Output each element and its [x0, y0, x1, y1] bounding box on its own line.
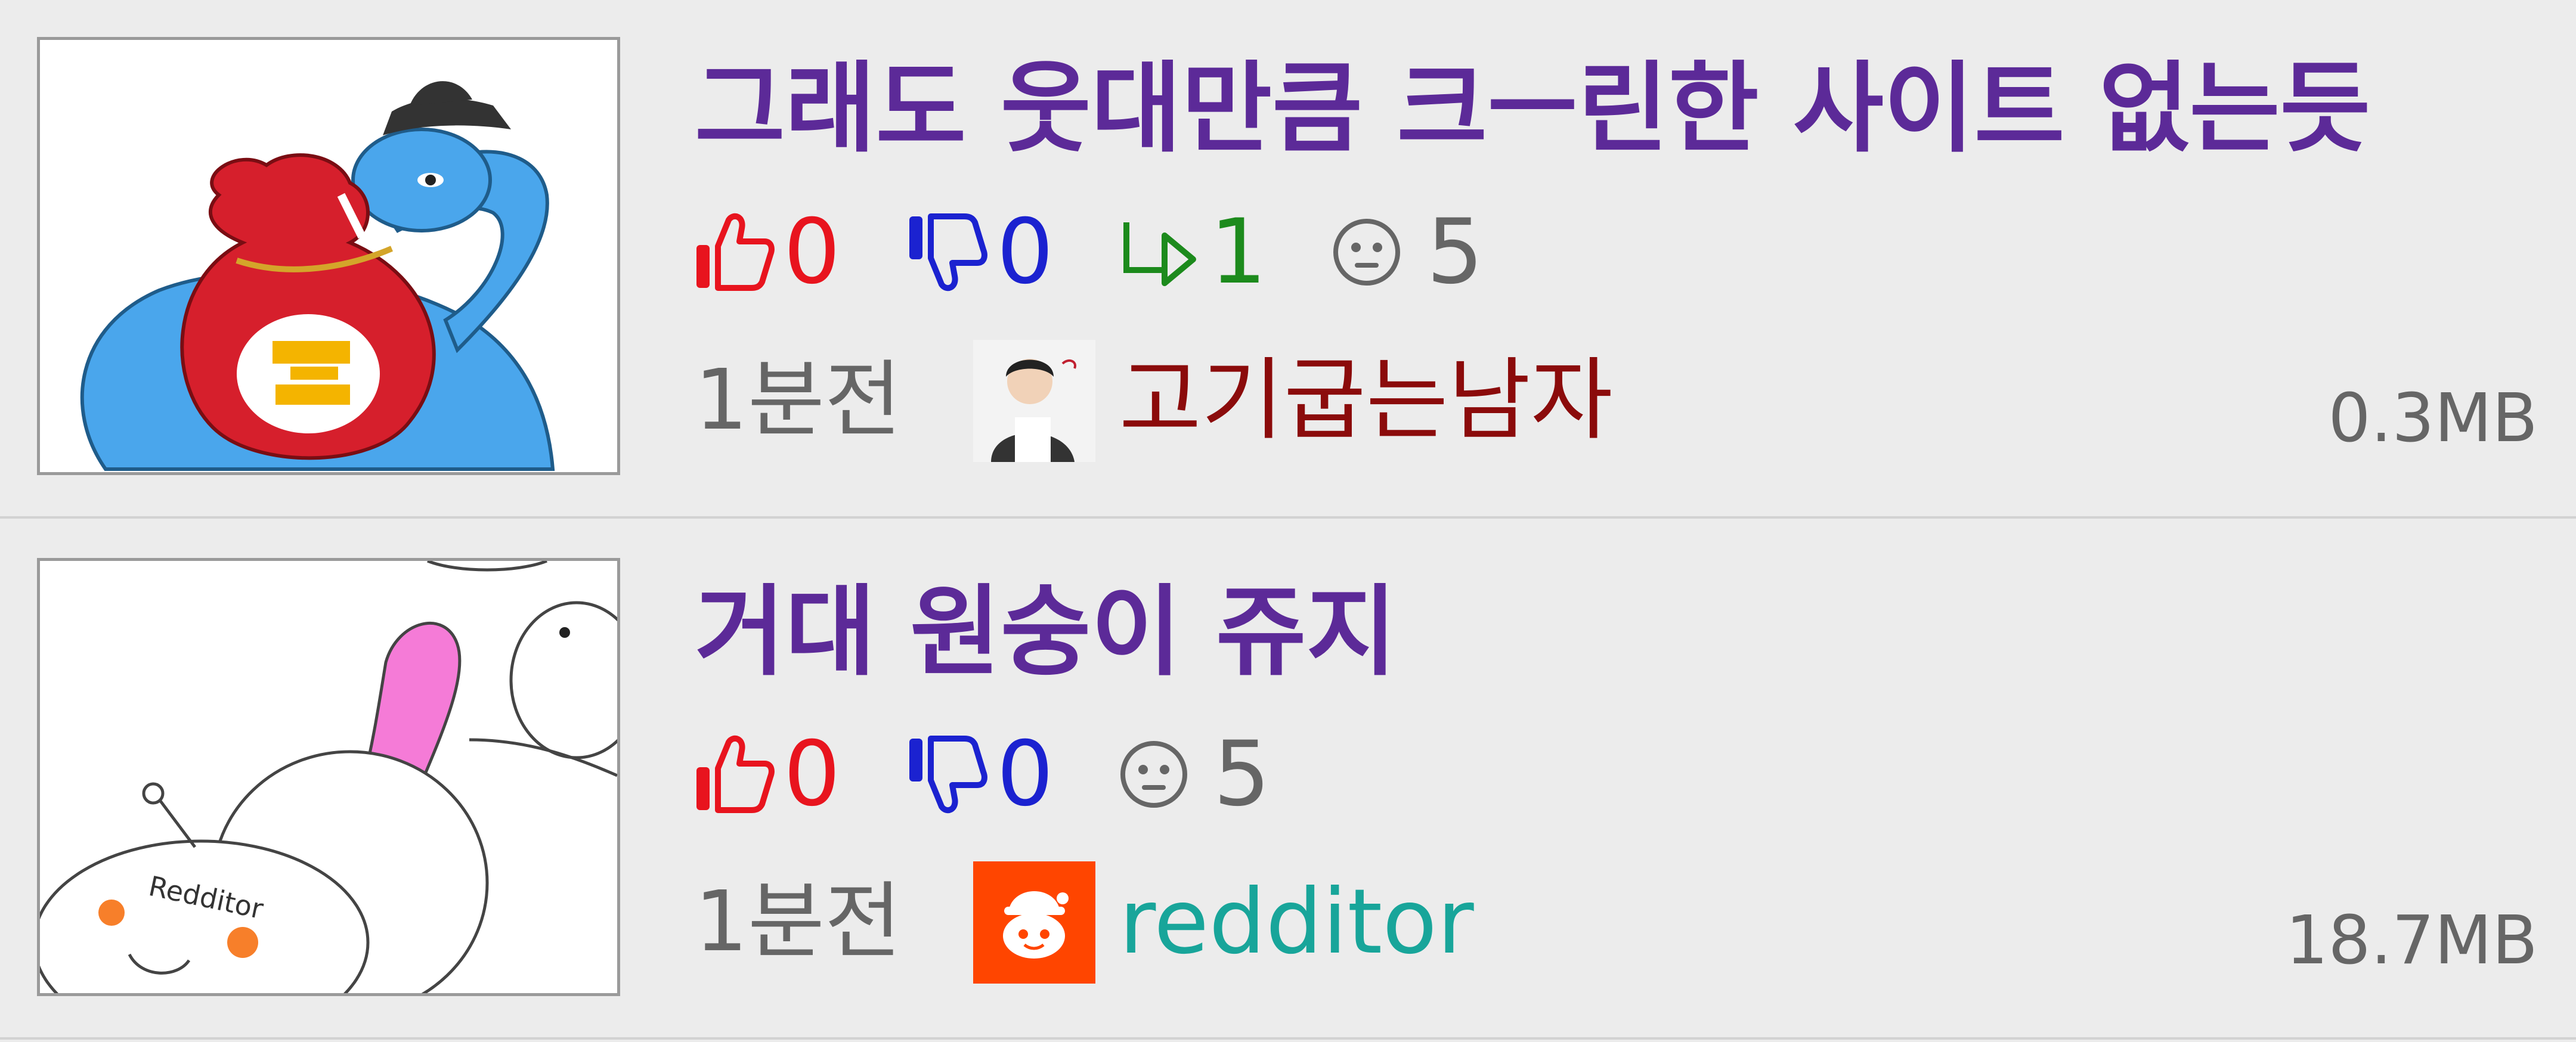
comment-count: 5 — [1213, 722, 1271, 826]
post-thumbnail[interactable]: Redditor — [37, 558, 620, 996]
downvote-stat[interactable]: 0 — [905, 200, 1054, 304]
share-stat[interactable]: 1 — [1118, 207, 1267, 297]
post-stats: 0 0 1 5 — [692, 207, 1548, 297]
divider — [0, 516, 2576, 519]
thumbs-up-icon — [696, 213, 775, 291]
author-avatar[interactable] — [973, 339, 1095, 462]
post-thumbnail[interactable] — [37, 37, 620, 475]
post-time: 1분전 — [695, 352, 902, 449]
cartoon-drawing-image: Redditor — [40, 561, 617, 993]
comment-stat[interactable]: 5 — [1331, 200, 1484, 304]
upvote-stat[interactable]: 0 — [692, 207, 840, 297]
comment-face-icon — [1120, 741, 1187, 808]
post-item[interactable]: Redditor 거대 원숭이 쥬지 0 0 5 1분전 redditor 18… — [0, 522, 2576, 1042]
post-title[interactable]: 그래도 웃대만큼 크ㅡ린한 사이트 없는듯 — [695, 60, 2370, 158]
upvote-count: 0 — [784, 722, 841, 826]
post-meta: 1분전 redditor — [695, 860, 1474, 985]
post-time: 1분전 — [695, 873, 902, 970]
divider — [0, 1037, 2576, 1040]
file-size: 18.7MB — [2286, 902, 2538, 979]
author-name[interactable]: redditor — [1119, 877, 1474, 967]
post-item[interactable]: 그래도 웃대만큼 크ㅡ린한 사이트 없는듯 0 0 1 5 1분전 고기굽는남자… — [0, 0, 2576, 520]
reddit-avatar-icon[interactable] — [973, 861, 1095, 984]
downvote-stat[interactable]: 0 — [905, 722, 1054, 826]
comment-face-icon — [1333, 219, 1401, 286]
comment-stat[interactable]: 5 — [1118, 730, 1270, 819]
upvote-stat[interactable]: 0 — [692, 730, 840, 819]
post-stats: 0 0 5 — [692, 730, 1335, 819]
post-list: 그래도 웃대만큼 크ㅡ린한 사이트 없는듯 0 0 1 5 1분전 고기굽는남자… — [0, 0, 2576, 1042]
post-title[interactable]: 거대 원숭이 쥬지 — [695, 583, 1397, 681]
comment-count: 5 — [1426, 200, 1484, 304]
snake-lucky-bag-image — [40, 40, 617, 472]
upvote-count: 0 — [784, 200, 841, 304]
share-count: 1 — [1209, 200, 1267, 304]
downvote-count: 0 — [996, 200, 1054, 304]
file-size: 0.3MB — [2328, 380, 2538, 457]
thumbs-up-icon — [696, 735, 775, 813]
post-meta: 1분전 고기굽는남자 — [695, 338, 1613, 463]
thumbs-down-icon — [909, 213, 988, 291]
author-name[interactable]: 고기굽는남자 — [1119, 356, 1613, 445]
reply-arrow-icon — [1123, 222, 1196, 286]
downvote-count: 0 — [996, 722, 1054, 826]
thumbs-down-icon — [909, 736, 988, 814]
